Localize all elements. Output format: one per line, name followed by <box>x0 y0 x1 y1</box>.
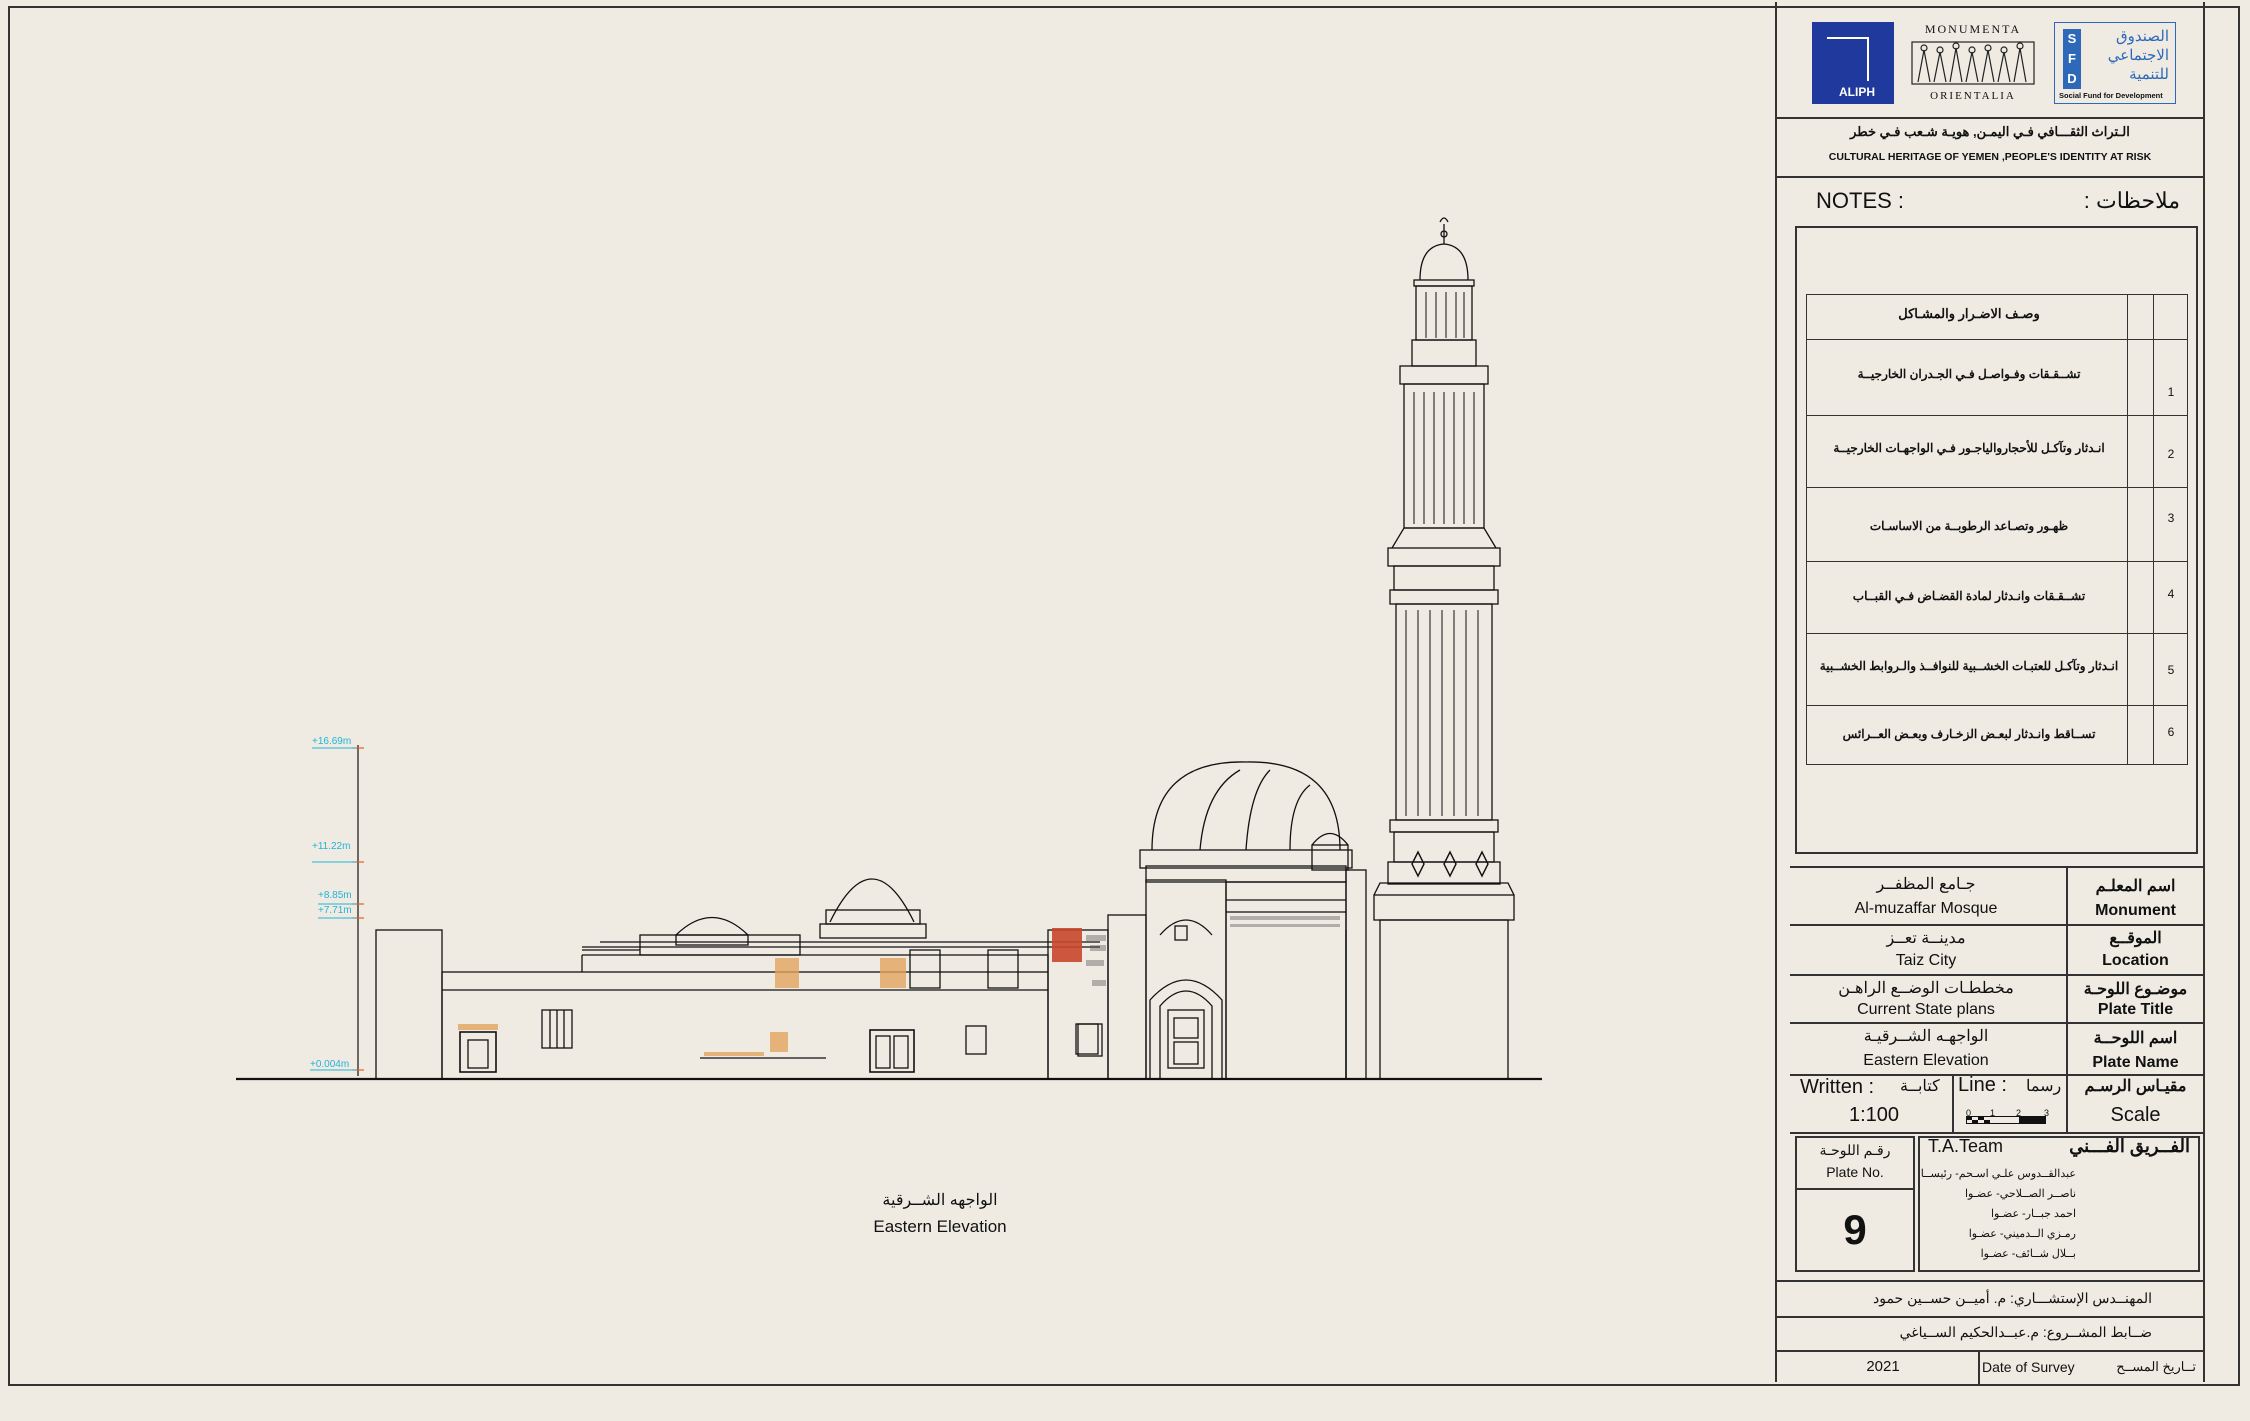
table-row <box>1807 487 2187 488</box>
damage-item-number: 1 <box>2167 385 2175 399</box>
divider <box>1777 176 2205 178</box>
location-label-ar: الموقــع <box>2109 930 2162 947</box>
plate-no-value: 9 <box>1843 1206 1867 1253</box>
damage-item-number: 3 <box>2167 511 2175 525</box>
level-label-3: +8.85m <box>318 890 352 901</box>
team-label-en: T.A.Team <box>1928 1136 2004 1156</box>
notes-label-en: NOTES : <box>1816 188 1905 213</box>
team-member: ناصــر الصــلاحي- عضـوا <box>1964 1188 2076 1200</box>
team-label-ar: الفــريق الفـــني <box>2069 1136 2190 1156</box>
divider <box>1790 1022 2205 1024</box>
level-label-top: +16.69m <box>312 736 352 747</box>
damage-item-number: 5 <box>2167 663 2175 677</box>
notes-label-ar: ملاحظات : <box>2083 188 2180 213</box>
team-member: رمـزي الــدميني- عضـوا <box>1968 1228 2076 1240</box>
monument-label-ar: اسم المعلـم <box>2095 878 2176 895</box>
project-title-ar: الـتراث الثقـــافي فـي اليمـن, هويـة شـع… <box>1850 124 2130 139</box>
divider <box>1777 117 2205 119</box>
damage-table-header: وصـف الاضـرار والمشـاكل <box>1898 306 2040 321</box>
plate-name-label-ar: اسم اللوحــة <box>2093 1030 2178 1047</box>
aliph-logo: ALIPH <box>1812 22 1894 104</box>
survey-label-ar: تــاريخ المســح <box>2116 1359 2196 1374</box>
plate-title-value-en: Current State plans <box>1857 1001 1995 1018</box>
plate-name-value-en: Eastern Elevation <box>1863 1052 1989 1069</box>
damage-table: وصـف الاضـرار والمشـاكل تشــقـقات وفـواص… <box>1806 294 2188 765</box>
table-row <box>1807 633 2187 634</box>
divider <box>1795 1188 1915 1190</box>
scale-bar: 0 1 2 3 <box>1966 1108 2052 1124</box>
divider <box>1777 1350 2205 1352</box>
table-row <box>1807 561 2187 562</box>
monumenta-orientalia-logo: MONUMENTA ORIENTALIA <box>1906 22 2040 104</box>
plate-title-label-ar: موضـوع اللوحـة <box>2083 981 2188 998</box>
survey-label-en: Date of Survey <box>1982 1359 2075 1375</box>
sfd-logo: SFD الصندوق الاجتماعي للتنمية Social Fund … <box>2054 22 2176 104</box>
plate-name-value-ar: الواجهـه الشــرقيـة <box>1863 1028 1989 1045</box>
plate-title-value-ar: مخططـات الوضــع الراهـن <box>1838 980 2014 997</box>
damage-item-text: انـدثار وتآكـل للعتبـات الخشــبية للنواف… <box>1819 659 2119 673</box>
damage-item-text: ظهـور وتصـاعد الرطوبــة من الاساسـات <box>1869 519 2069 533</box>
monumenta-figures-icon <box>1911 41 2035 85</box>
damage-item-number: 4 <box>2167 587 2175 601</box>
damage-item-text: تشــقـقات وفـواصـل فـي الجـدران الخارجيـ… <box>1857 367 2081 381</box>
line-label-en: Line : <box>1958 1074 2007 1096</box>
divider <box>1790 924 2205 926</box>
consultant-engineer: المهنــدس الإستشـــاري: م. أميــن حســين… <box>1873 1290 2152 1306</box>
damage-item-text: انـدثار وتآكـل للأحجاروالياجـور فـي الوا… <box>1833 441 2105 455</box>
written-label-ar: كتابــة <box>1900 1078 1940 1095</box>
monument-value-en: Al-muzaffar Mosque <box>1854 900 1998 917</box>
line-label-ar: رسما <box>2026 1078 2062 1095</box>
team-members-list: عبدالقــدوس علـي اسـحم- رئيســا ناصــر ا… <box>1920 1164 2076 1264</box>
divider <box>1952 1074 1954 1132</box>
divider <box>1777 1280 2205 1282</box>
plate-name-label-en: Plate Name <box>2092 1054 2179 1071</box>
plate-no-label-en: Plate No. <box>1826 1164 1884 1180</box>
plate-title-label-en: Plate Title <box>2097 1001 2174 1018</box>
plate-no-label-ar: رقـم اللوحـة <box>1819 1142 1891 1158</box>
location-value-ar: مدينــة تعــز <box>1886 930 1966 947</box>
scale-label-en: Scale <box>2110 1104 2161 1126</box>
scale-value: 1:100 <box>1848 1104 1900 1126</box>
table-row <box>1807 705 2187 706</box>
level-label-4: +7.71m <box>318 905 352 916</box>
team-member: بــلال شــائف- عضـوا <box>1980 1248 2076 1260</box>
divider <box>1790 866 2205 868</box>
drawing-caption-ar: الواجهه الشــرقية <box>882 1192 998 1209</box>
divider <box>1777 1316 2205 1318</box>
drawing-caption-en: Eastern Elevation <box>873 1217 1007 1236</box>
level-label-ground: +0.004m <box>310 1059 350 1070</box>
location-label-en: Location <box>2102 952 2169 969</box>
project-title-en: CULTURAL HERITAGE OF YEMEN ,PEOPLE'S IDE… <box>1828 151 2152 163</box>
team-member: احمد جبــار- عضـوا <box>1990 1208 2076 1220</box>
monument-label-en: Monument <box>2095 902 2176 919</box>
damage-item-number: 6 <box>2167 725 2175 739</box>
damage-item-text: تســاقط وانـدثار لبعـض الزخـارف وبعـض ال… <box>1842 727 2096 741</box>
divider <box>1790 1132 2205 1134</box>
damage-item-text: تشــقـقات وانـدثار لمادة القضـاض فـي الق… <box>1852 589 2086 603</box>
monument-value-ar: جـامع المظفــر <box>1876 876 1976 893</box>
location-value-en: Taiz City <box>1895 952 1957 969</box>
survey-year: 2021 <box>1866 1358 1900 1375</box>
divider <box>1978 1350 1980 1384</box>
level-label-2: +11.22m <box>312 841 351 852</box>
divider <box>1790 974 2205 976</box>
written-label-en: Written : <box>1800 1076 1875 1098</box>
project-controller: ضــابط المشــروع: م.عبــدالحكيم الســياغ… <box>1899 1324 2152 1340</box>
scale-label-ar: مقيـاس الرسـم <box>2084 1078 2187 1095</box>
table-row <box>1807 339 2187 340</box>
team-member: عبدالقــدوس علـي اسـحم- رئيســا <box>1920 1168 2076 1180</box>
table-row <box>1807 415 2187 416</box>
damage-item-number: 2 <box>2167 447 2175 461</box>
